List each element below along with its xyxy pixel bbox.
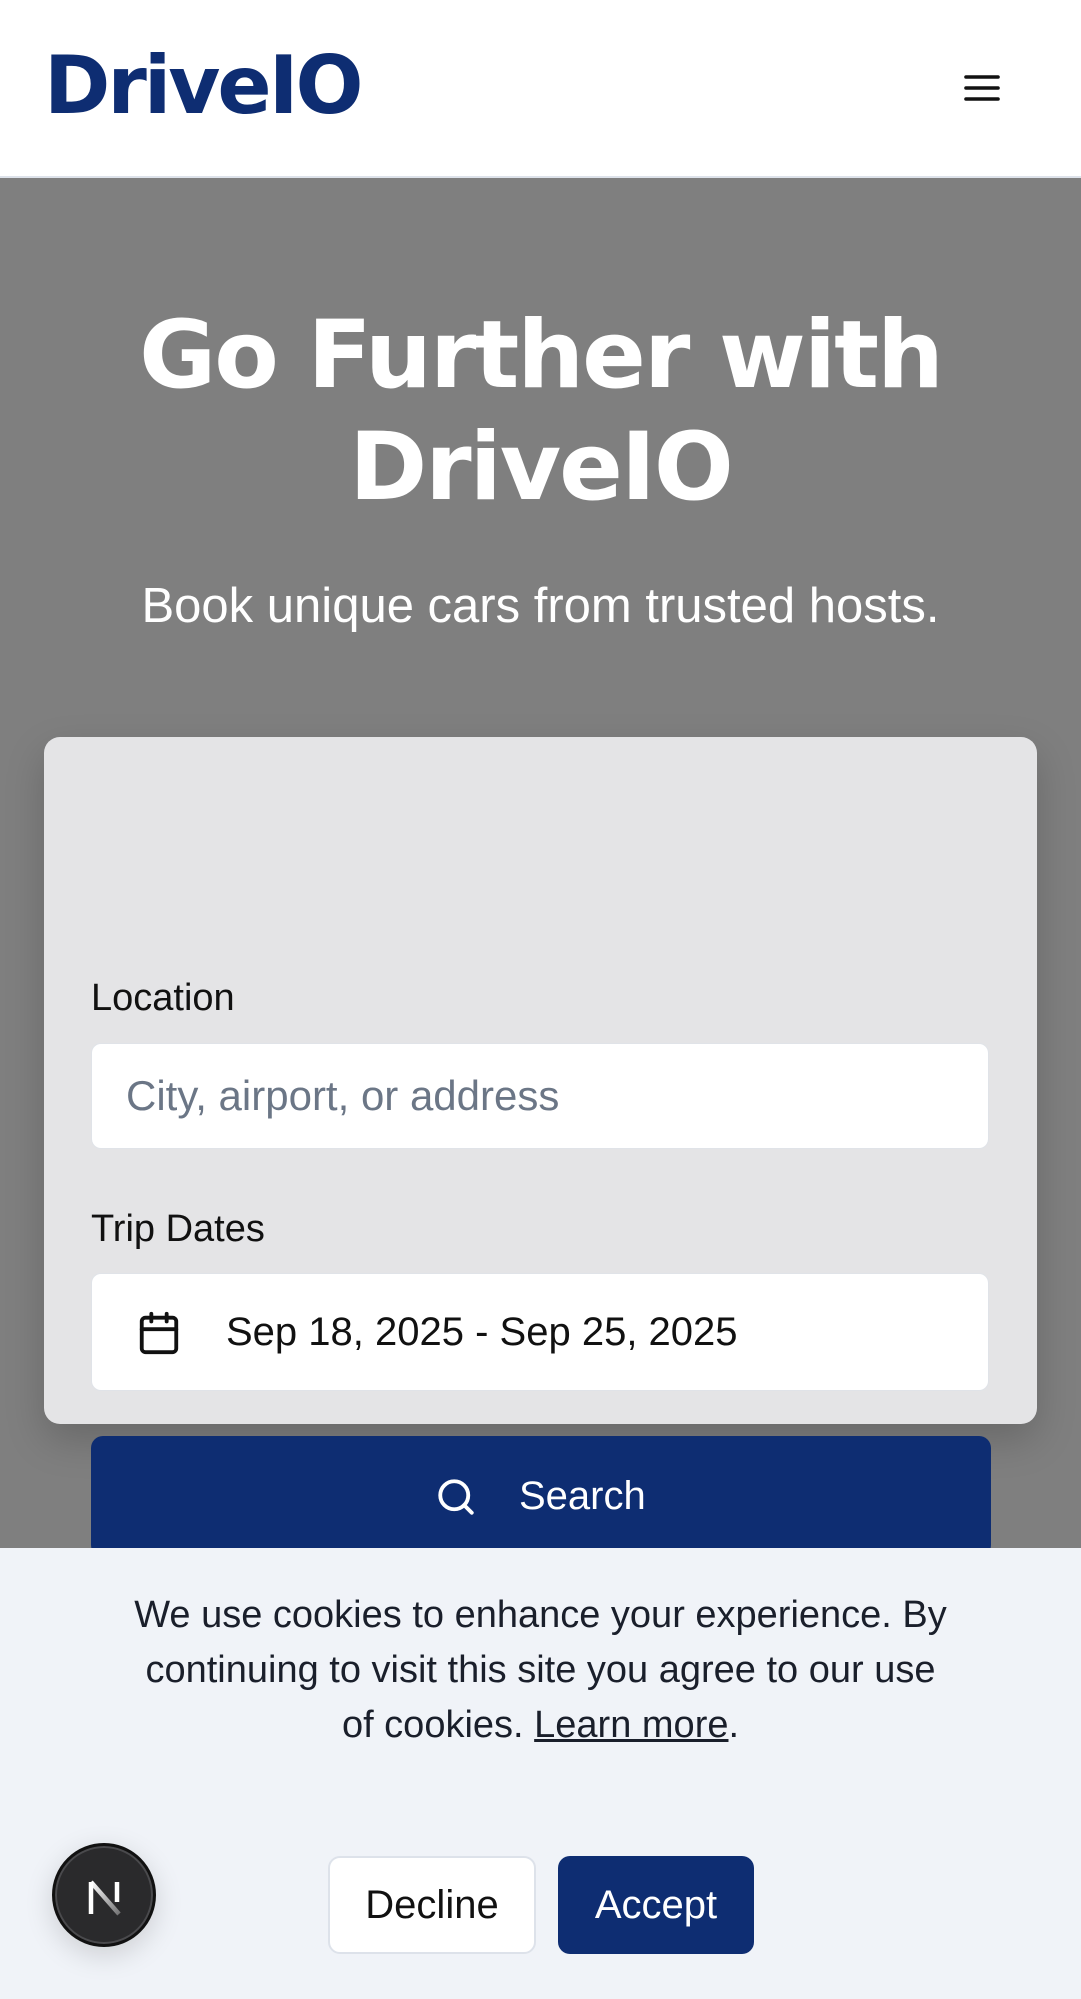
search-button-label: Search xyxy=(519,1474,646,1518)
trip-dates-picker[interactable]: Sep 18, 2025 - Sep 25, 2025 xyxy=(91,1273,989,1391)
search-icon xyxy=(438,1479,474,1515)
location-label: Location xyxy=(91,977,235,1019)
trip-dates-label: Trip Dates xyxy=(91,1208,265,1250)
hero-section: Go Further with DriveIO Book unique cars… xyxy=(0,180,1081,1557)
brand-logo[interactable]: DriveIO xyxy=(44,36,363,136)
hamburger-menu-button[interactable] xyxy=(952,58,1012,118)
hero-title: Go Further with DriveIO xyxy=(139,301,944,522)
decline-button[interactable]: Decline xyxy=(328,1856,536,1954)
next-n-icon xyxy=(88,1880,121,1916)
location-input[interactable] xyxy=(91,1043,989,1149)
cookie-banner: We use cookies to enhance your experienc… xyxy=(0,1548,1081,1999)
cookie-message: We use cookies to enhance your experienc… xyxy=(130,1588,951,1753)
cookie-message-suffix: . xyxy=(728,1704,740,1746)
site-header: DriveIO xyxy=(0,0,1081,178)
calendar-icon xyxy=(139,1311,179,1355)
trip-dates-value: Sep 18, 2025 - Sep 25, 2025 xyxy=(226,1310,738,1354)
search-card: Location Trip Dates Sep 18, 2025 - Sep 2… xyxy=(44,737,1037,1557)
hamburger-menu-icon xyxy=(964,75,1000,101)
learn-more-link[interactable]: Learn more xyxy=(534,1704,728,1746)
accept-button[interactable]: Accept xyxy=(558,1856,754,1954)
next-n-badge[interactable] xyxy=(52,1843,156,1947)
search-button[interactable]: Search xyxy=(91,1436,991,1557)
hero-subtitle: Book unique cars from trusted hosts. xyxy=(141,579,940,633)
